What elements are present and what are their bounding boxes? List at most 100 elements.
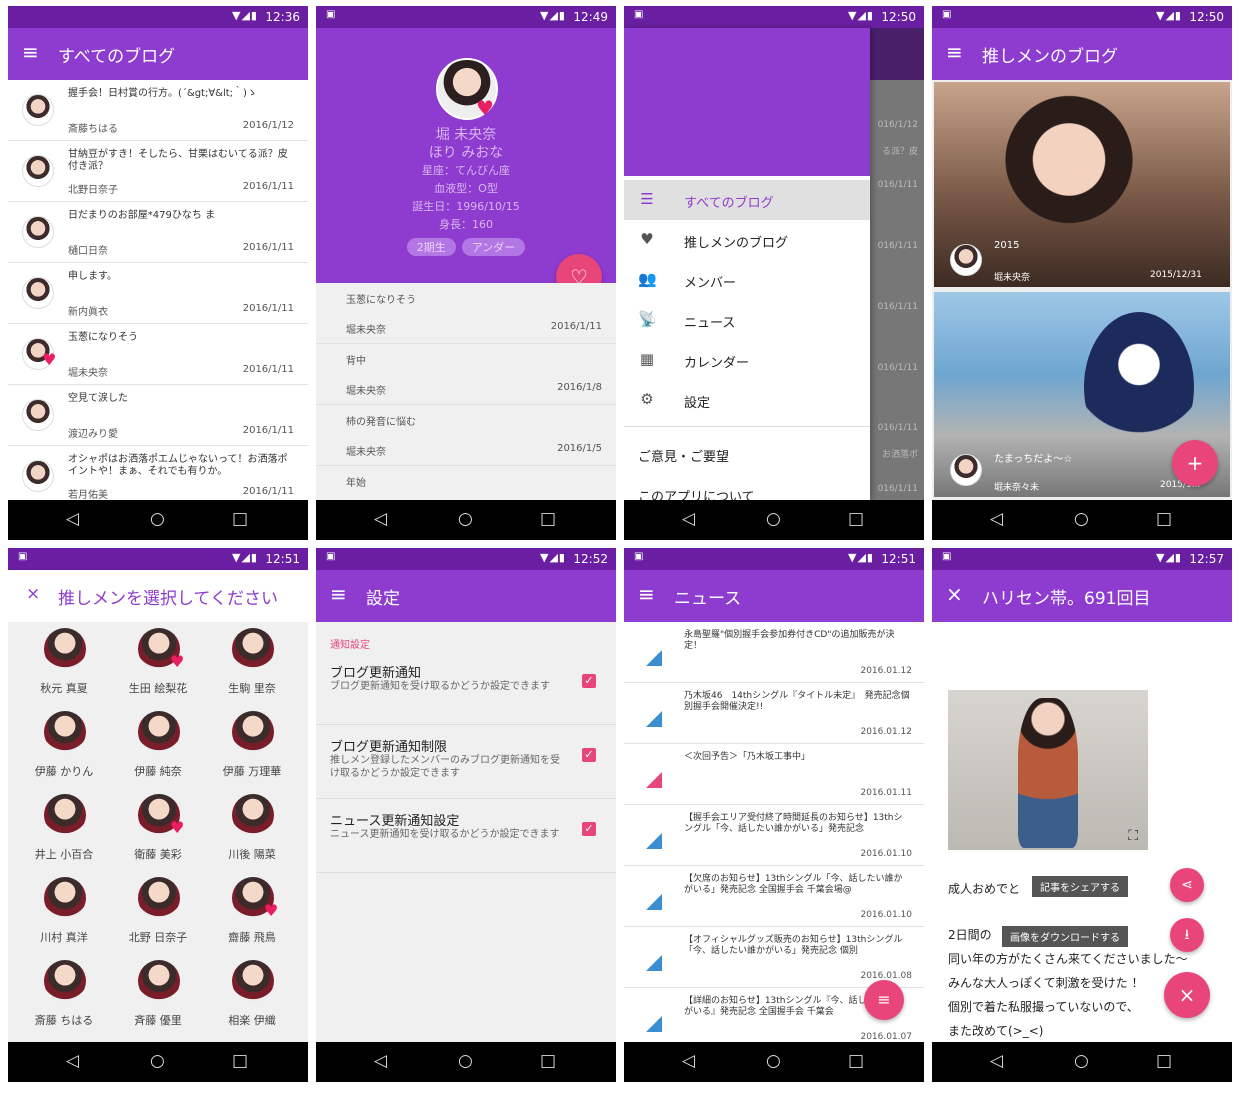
back-icon[interactable]: ◁ [682,509,695,529]
member-name: 斉藤 優里 [134,1014,182,1027]
recents-icon[interactable]: □ [848,1051,864,1071]
blog-author: 堀未央奈 [346,325,386,336]
blog-list-item[interactable]: 日だまりのお部屋*479ひなち ま樋口日奈 2016/1/11 [8,202,308,263]
news-item[interactable]: 乃木坂46 14thシングル『タイトル未定』 発売記念個別握手会開催決定!! 20… [624,683,924,744]
drawer-item-news[interactable]: 📡 ニュース [624,300,870,340]
blog-date: 2016/1/11 [242,364,294,375]
home-icon[interactable]: ○ [150,1051,165,1071]
member-cell[interactable]: ♥ 衛藤 美彩 [108,788,208,871]
home-icon[interactable]: ○ [766,509,781,529]
recents-icon[interactable]: □ [1156,1051,1172,1071]
blog-title: 申します。 [68,271,117,282]
member-cell[interactable]: 相楽 伊織 [202,954,302,1037]
drawer-item-members[interactable]: 👥 メンバー [624,260,870,300]
member-height: 身長：160 [439,218,493,231]
drawer-item-calendar[interactable]: ▦ カレンダー [624,340,870,380]
setting-blog-notify[interactable]: ブログ更新通知 ブログ更新通知を受け取るかどうか設定できます ✓ [316,652,616,725]
home-icon[interactable]: ○ [1074,1051,1089,1071]
menu-icon[interactable]: ≡ [946,40,963,64]
blog-title: 玉葱になりそう [68,332,138,343]
member-sign: 星座：てんびん座 [422,164,510,177]
menu-icon[interactable]: ≡ [330,582,347,606]
news-item[interactable]: 【握手会エリア受付終了時間延長のお知らせ】13thシングル「今、話したい誰かがい… [624,805,924,866]
home-icon[interactable]: ○ [458,1051,473,1071]
back-icon[interactable]: ◁ [990,509,1003,529]
filter-fab[interactable]: ≡ [864,980,904,1020]
checkbox[interactable]: ✓ [582,748,596,762]
blog-list-item[interactable]: オシャポはお洒落ポエムじゃないって！お洒落ポイントや！まぁ、それでも有りか。 若月… [8,446,308,507]
add-fab[interactable]: + [1172,440,1218,486]
share-fab[interactable]: ⋖ [1170,868,1204,902]
back-icon[interactable]: ◁ [682,1051,695,1071]
member-cell[interactable]: 生駒 里奈 [202,622,302,705]
home-icon[interactable]: ○ [766,1051,781,1071]
back-icon[interactable]: ◁ [66,1051,79,1071]
dimmed-app-bar [870,28,924,80]
fullscreen-icon[interactable]: ⛶ [1128,828,1138,844]
member-cell[interactable]: 伊藤 純奈 [108,705,208,788]
member-cell[interactable]: ♥ 生田 絵梨花 [108,622,208,705]
photo-card[interactable]: 2015 堀未央奈 2015/12/31 [934,82,1230,287]
checkbox[interactable]: ✓ [582,822,596,836]
news-item[interactable]: 【オフィシャルグッズ販売のお知らせ】13thシングル「今、話したい誰かがいる」発… [624,927,924,988]
menu-icon[interactable]: ≡ [22,40,39,64]
recents-icon[interactable]: □ [232,1051,248,1071]
recents-icon[interactable]: □ [232,509,248,529]
article-text: 成人おめでと [948,882,1021,896]
blog-list-item[interactable]: ♥ 玉葱になりそう 堀未央奈 2016/1/11 [8,324,308,385]
close-menu-fab[interactable]: × [1164,972,1210,1018]
blog-list-item[interactable]: 握手会！日村賞の行方。(´&gt;∀&lt;｀)ゝ 斎藤ちはる 2016/1/12 [8,80,308,141]
back-icon[interactable]: ◁ [66,509,79,529]
member-cell[interactable]: 伊藤 かりん [14,705,114,788]
drawer-item-all-blogs[interactable]: ☰ すべてのブログ [624,180,870,220]
menu-icon[interactable]: ≡ [638,582,655,606]
heart-icon: ♥ [640,230,654,248]
home-icon[interactable]: ○ [150,509,165,529]
home-icon[interactable]: ○ [1074,509,1089,529]
download-fab[interactable]: ⭳ [1170,918,1204,952]
back-icon[interactable]: ◁ [374,509,387,529]
news-item[interactable]: 永島聖羅"個別握手会参加券付きCD"の追加販売が決定！ 2016.01.12 [624,622,924,683]
back-icon[interactable]: ◁ [374,1051,387,1071]
gear-icon: ⚙ [640,390,654,408]
drawer-item-oshi-blogs[interactable]: ♥ 推しメンのブログ [624,220,870,260]
back-icon[interactable]: ◁ [990,1051,1003,1071]
blog-list-item[interactable]: 空見て涙した 渡辺みり愛 2016/1/11 [8,385,308,446]
drawer-item-label: メンバー [684,276,737,291]
member-cell[interactable]: 川後 陽菜 [202,788,302,871]
blog-author: 堀未央奈 [346,447,386,458]
member-cell[interactable]: 北野 日奈子 [108,871,208,954]
checkbox[interactable]: ✓ [582,674,596,688]
news-item[interactable]: 【欠席のお知らせ】13thシングル「今、話したい誰かがいる」発売記念 全国握手会… [624,866,924,927]
blog-list-item[interactable]: 柿の発音に悩む 堀未央奈 2016/1/5 [316,405,616,466]
recents-icon[interactable]: □ [540,509,556,529]
close-icon[interactable]: × [946,582,963,606]
member-cell[interactable]: ♥ 齋藤 飛鳥 [202,871,302,954]
recents-icon[interactable]: □ [1156,509,1172,529]
kimono-figure [1018,698,1078,848]
blog-list-item[interactable]: 玉葱になりそう 堀未央奈 2016/1/11 [316,283,616,344]
news-item[interactable]: ＜次回予告＞「乃木坂工事中」 2016.01.11 [624,744,924,805]
dimmed-text: 016/1/11 [877,241,918,251]
member-cell[interactable]: 川村 真洋 [14,871,114,954]
member-cell[interactable]: 秋元 真夏 [14,622,114,705]
member-cell[interactable]: 井上 小百合 [14,788,114,871]
blog-list-item[interactable]: 背中 堀未央奈 2016/1/8 [316,344,616,405]
nav-bar: ◁ ○ □ [316,1042,616,1082]
close-icon[interactable]: × [26,584,40,604]
setting-blog-notify-limit[interactable]: ブログ更新通知制限 推しメン登録したメンバーのみブログ更新通知を受け取るかどうか設… [316,726,616,799]
recents-icon[interactable]: □ [540,1051,556,1071]
setting-news-notify[interactable]: ニュース更新通知設定 ニュース更新通知を受け取るかどうか設定できます ✓ [316,800,616,873]
blog-list-item[interactable]: 申します。 新内眞衣 2016/1/11 [8,263,308,324]
member-cell[interactable]: 斎藤 ちはる [14,954,114,1037]
drawer-item-feedback[interactable]: ご意見・ご要望 [624,434,870,474]
article-image[interactable]: ⛶ [948,690,1148,850]
screen-oshi-blogs: ▣ ▼◢▮ 12:50 ≡ 推しメンのブログ 2015 堀未央奈 2015/12/31… [932,6,1232,540]
member-cell[interactable]: 斉藤 優里 [108,954,208,1037]
drawer-item-settings[interactable]: ⚙ 設定 [624,380,870,420]
home-icon[interactable]: ○ [458,509,473,529]
app-bar: ≡ 設定 [316,570,616,622]
recents-icon[interactable]: □ [848,509,864,529]
member-cell[interactable]: 伊藤 万理華 [202,705,302,788]
blog-list-item[interactable]: 甘納豆がすき！そしたら、甘栗はむいてる派？皮付き派？ 北野日奈子 2016/1/11 [8,141,308,202]
